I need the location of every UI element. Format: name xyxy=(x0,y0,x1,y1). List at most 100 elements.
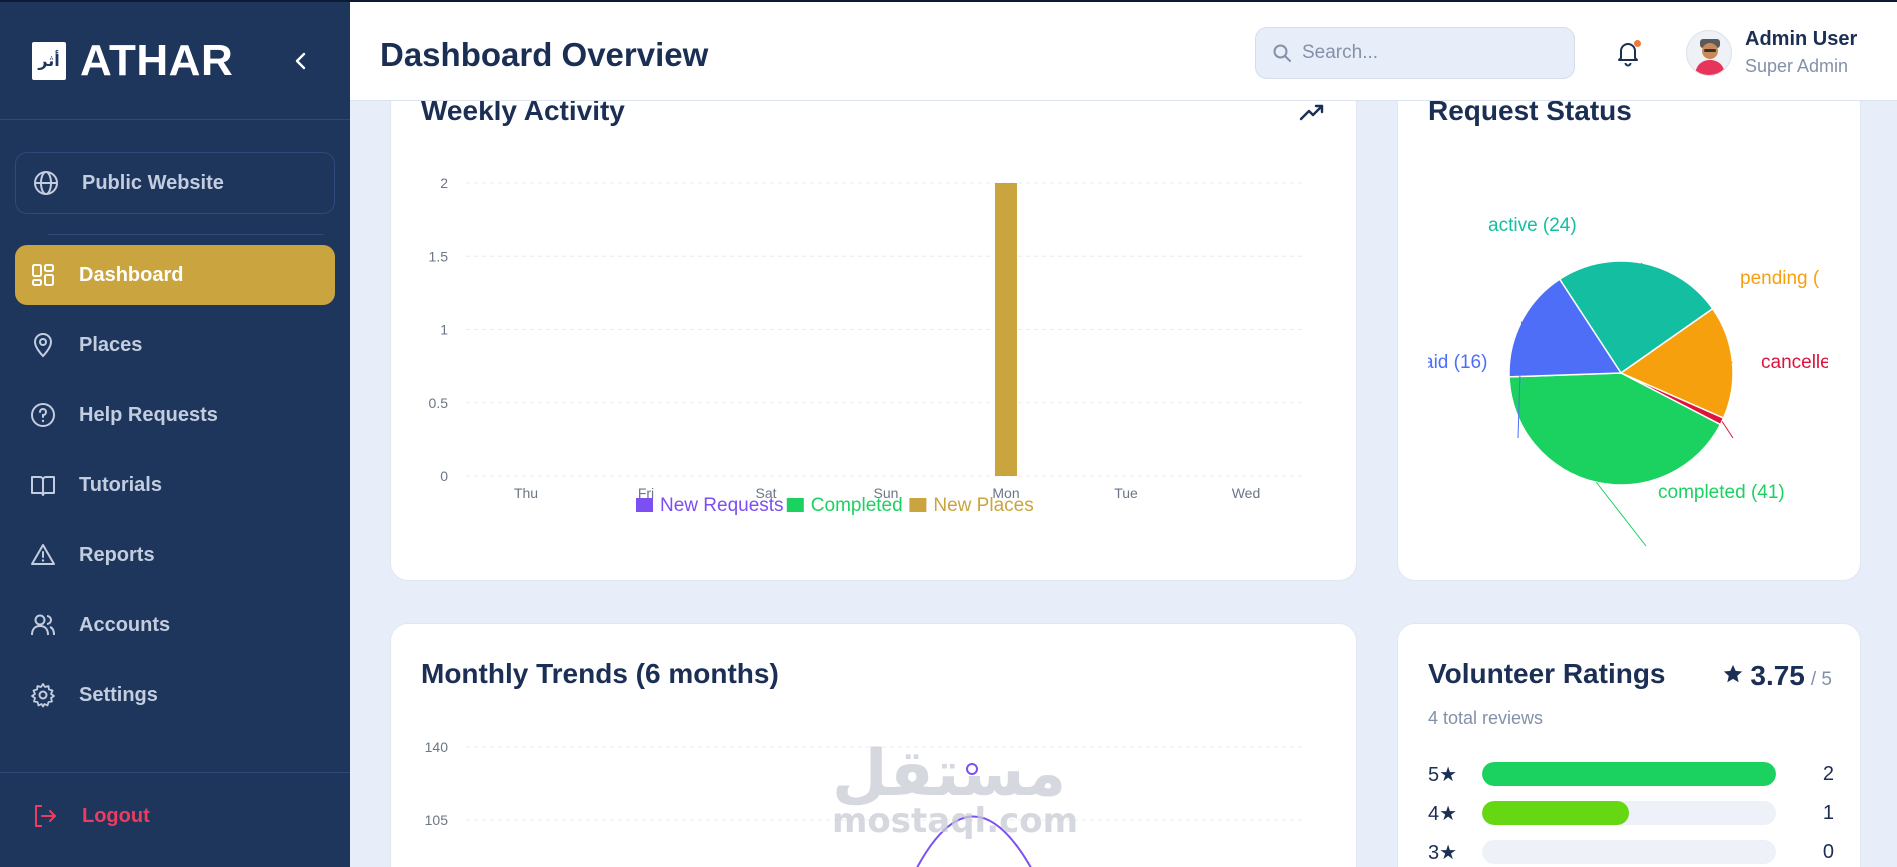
x-tick-label: Wed xyxy=(1232,485,1261,501)
pie-label: aid (16) xyxy=(1428,352,1487,373)
sidebar-item-label: Places xyxy=(79,333,143,356)
monthly-trends-chart: 140 105 xyxy=(425,739,1306,867)
rating-row-4: 4★ 1 xyxy=(1428,800,1834,826)
sidebar-item-label: Tutorials xyxy=(79,473,162,496)
sidebar-item-label: Dashboard xyxy=(79,263,184,286)
notification-dot xyxy=(1634,40,1641,47)
rating-bar-fill xyxy=(1482,801,1629,825)
request-status-card: Request Status active (24) pending (cance… xyxy=(1397,70,1861,581)
monthly-trends-card: Monthly Trends (6 months) 140 105 xyxy=(390,623,1357,867)
rating-label: 4★ xyxy=(1428,802,1458,825)
rating-bar-fill xyxy=(1482,762,1776,786)
logout-button[interactable]: Logout xyxy=(32,802,150,830)
notifications-button[interactable] xyxy=(1613,38,1643,68)
rating-count: 2 xyxy=(1822,762,1834,785)
card-title: Volunteer Ratings xyxy=(1428,658,1666,689)
pie-leader-line xyxy=(1595,481,1647,547)
sidebar-item-help-requests[interactable]: Help Requests xyxy=(15,385,335,445)
sidebar-item-settings[interactable]: Settings xyxy=(15,665,335,725)
user-name: Admin User xyxy=(1745,28,1858,50)
y-tick-label: 0.5 xyxy=(429,395,449,411)
rating-row-3: 3★ 0 xyxy=(1428,839,1834,865)
sidebar-nav: Dashboard Places Help Requests Tutorials… xyxy=(15,245,335,735)
y-tick-label: 105 xyxy=(425,812,449,828)
pie-label: active (24) xyxy=(1488,215,1577,236)
x-tick-label: Thu xyxy=(514,485,538,501)
x-tick-label: Tue xyxy=(1114,485,1138,501)
sidebar-item-tutorials[interactable]: Tutorials xyxy=(15,455,335,515)
logout-label: Logout xyxy=(82,804,150,827)
map-pin-icon xyxy=(29,331,57,359)
page-title: Dashboard Overview xyxy=(380,36,709,73)
search-box[interactable] xyxy=(1255,27,1575,79)
legend-swatch xyxy=(909,498,927,512)
sidebar-item-accounts[interactable]: Accounts xyxy=(15,595,335,655)
brand-logo: أثر xyxy=(32,41,66,80)
trend-point xyxy=(966,763,978,775)
total-reviews: 4 total reviews xyxy=(1428,708,1544,728)
star-icon xyxy=(1724,664,1743,683)
y-tick-label: 1 xyxy=(440,322,448,338)
bar-new-places xyxy=(995,183,1017,476)
legend-swatch xyxy=(786,498,804,512)
request-status-chart: active (24) pending ( cancelle completed (4… xyxy=(1428,215,1828,547)
public-website-label: Public Website xyxy=(82,171,224,194)
rating-row-5: 5★ 2 xyxy=(1428,761,1834,787)
average-rating: 3.75 / 5 xyxy=(1722,660,1832,692)
legend-label: New Places xyxy=(933,495,1033,516)
sidebar: أثر ATHAR Public Website Dashboard Place… xyxy=(0,0,350,867)
brand: أثر ATHAR xyxy=(0,2,350,120)
sidebar-item-label: Accounts xyxy=(79,613,171,636)
avatar[interactable] xyxy=(1686,30,1732,76)
average-out-of: / 5 xyxy=(1810,669,1832,690)
search-icon xyxy=(1273,44,1291,62)
rating-bar xyxy=(1482,801,1776,825)
chevron-left-icon xyxy=(295,52,306,70)
logout-icon xyxy=(32,802,60,830)
legend-swatch xyxy=(636,498,653,512)
book-icon xyxy=(29,471,57,499)
brand-name: ATHAR xyxy=(80,35,234,85)
grid-icon xyxy=(29,261,57,289)
top-header: Dashboard Overview Admin User Super Admi… xyxy=(350,0,1897,101)
y-tick-label: 0 xyxy=(440,468,448,484)
trending-up-icon[interactable] xyxy=(1298,99,1326,127)
gear-icon xyxy=(29,681,57,709)
rating-label: 5★ xyxy=(1428,763,1458,786)
trend-line xyxy=(916,815,1032,867)
collapse-sidebar-button[interactable] xyxy=(288,48,314,74)
card-title: Monthly Trends (6 months) xyxy=(421,658,779,689)
y-tick-label: 2 xyxy=(440,175,448,191)
public-website-link[interactable]: Public Website xyxy=(15,152,335,214)
weekly-activity-card: Weekly Activity 0 0.5 1 1.5 2 Thu Fri Sat Sun Mon… xyxy=(390,70,1357,581)
pie-label: cancelle xyxy=(1761,352,1828,373)
help-circle-icon xyxy=(29,401,57,429)
average-value: 3.75 xyxy=(1750,660,1805,691)
search-input[interactable] xyxy=(1302,42,1552,64)
weekly-activity-chart: 00.511.52Thu Fri Sat Sun Mon Tue WedNew Reques… xyxy=(429,175,1306,516)
sidebar-item-places[interactable]: Places xyxy=(15,315,335,375)
rating-count: 0 xyxy=(1822,840,1834,863)
sidebar-item-label: Help Requests xyxy=(79,403,218,426)
sidebar-item-reports[interactable]: Reports xyxy=(15,525,335,585)
y-tick-label: 140 xyxy=(425,739,449,755)
pie-leader-line xyxy=(1721,421,1734,439)
users-icon xyxy=(29,611,57,639)
globe-icon xyxy=(32,169,60,197)
rating-label: 3★ xyxy=(1428,841,1458,864)
legend-label: New Requests xyxy=(660,495,784,516)
rating-bar xyxy=(1482,840,1776,864)
volunteer-ratings-card: Volunteer Ratings 3.75 / 5 4 total revie… xyxy=(1397,623,1861,867)
nav-divider xyxy=(48,234,324,235)
rating-bar xyxy=(1482,762,1776,786)
sidebar-footer-divider xyxy=(0,772,350,773)
sidebar-item-dashboard[interactable]: Dashboard xyxy=(15,245,335,305)
pie-label: completed (41) xyxy=(1658,482,1785,503)
legend-label: Completed xyxy=(811,495,903,516)
sidebar-item-label: Settings xyxy=(79,683,158,706)
rating-count: 1 xyxy=(1822,801,1834,824)
alert-triangle-icon xyxy=(29,541,57,569)
sidebar-item-label: Reports xyxy=(79,543,155,566)
user-role: Super Admin xyxy=(1745,56,1849,76)
pie-label: pending ( xyxy=(1740,268,1820,289)
